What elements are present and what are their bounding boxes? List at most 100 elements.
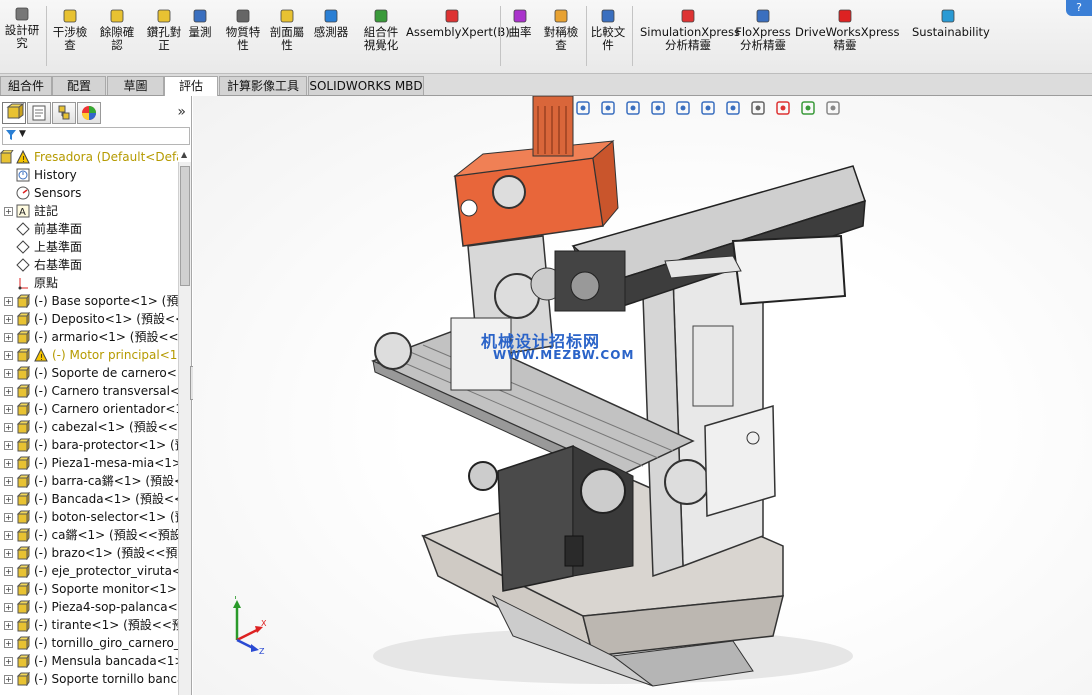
tree-item[interactable]: +! (-) Motor principal<1> (預設<<預設>_顯示狀態 1… bbox=[0, 346, 178, 364]
expand-panel-button[interactable]: » bbox=[177, 104, 186, 120]
display-manager-tab[interactable] bbox=[77, 102, 101, 124]
tree-item[interactable]: + (-) armario<1> (預設<<預設>_顯示狀態 1>) bbox=[0, 328, 178, 346]
floxpress-button[interactable]: FloXpress 分析精靈 bbox=[735, 8, 791, 52]
configuration-manager-tab[interactable] bbox=[52, 102, 76, 124]
scrollbar-thumb[interactable] bbox=[180, 166, 190, 286]
tab-5[interactable]: SOLIDWORKS MBD bbox=[308, 76, 424, 95]
curvature-button[interactable]: 曲率 bbox=[505, 8, 535, 39]
tree-item-label: (-) eje_protector_viruta<1> (預設<<預設>_顯示狀… bbox=[34, 564, 178, 578]
expand-toggle[interactable]: + bbox=[4, 405, 13, 414]
asm-visualize-button[interactable]: 組合件 視覺化 bbox=[360, 8, 402, 52]
expand-toggle[interactable]: + bbox=[4, 459, 13, 468]
expand-toggle[interactable]: + bbox=[4, 351, 13, 360]
expand-toggle[interactable]: + bbox=[4, 495, 13, 504]
tree-item-label: (-) Bancada<1> (預設<<預設>_顯示狀態 1>) bbox=[34, 492, 178, 506]
expand-toggle[interactable]: + bbox=[4, 585, 13, 594]
tree-item[interactable]: + (-) barra-ca鏘<1> (預設<<預設>_顯示狀態 1>) bbox=[0, 472, 178, 490]
part-icon bbox=[16, 492, 30, 506]
tab-4[interactable]: 計算影像工具 bbox=[219, 76, 307, 95]
sensor-label: 感測器 bbox=[313, 25, 349, 39]
tree-item[interactable]: + (-) Bancada<1> (預設<<預設>_顯示狀態 1>) bbox=[0, 490, 178, 508]
expand-toggle[interactable]: + bbox=[4, 513, 13, 522]
sustainability-button[interactable]: Sustainability bbox=[912, 8, 990, 39]
expand-toggle[interactable]: + bbox=[4, 315, 13, 324]
tree-item[interactable]: + (-) eje_protector_viruta<1> (預設<<預設>_顯示… bbox=[0, 562, 178, 580]
simxpress-button[interactable]: SimulationXpress 分析精靈 bbox=[640, 8, 740, 52]
tab-2[interactable]: 草圖 bbox=[107, 76, 164, 95]
tree-item[interactable]: + (-) bara-protector<1> (預設<<預設>_顯示狀態 1>) bbox=[0, 436, 178, 454]
interference-button[interactable]: 干涉檢 查 bbox=[52, 8, 88, 52]
property-manager-tab[interactable] bbox=[27, 102, 51, 124]
expand-toggle[interactable]: + bbox=[4, 207, 13, 216]
help-button[interactable]: ? bbox=[1066, 0, 1092, 16]
assemblyxpert-button[interactable]: AssemblyXpert(B) bbox=[406, 8, 510, 39]
expand-toggle[interactable]: + bbox=[4, 387, 13, 396]
tree-item[interactable]: 原點 bbox=[0, 274, 178, 292]
expand-toggle[interactable]: + bbox=[4, 531, 13, 540]
tree-item[interactable]: + (-) boton-selector<1> (預設<<預設>_顯示狀態 1>) bbox=[0, 508, 178, 526]
tree-item[interactable]: + (-) Carnero orientador<1> (預設<<預設>_顯示狀態… bbox=[0, 400, 178, 418]
hole-align-label: 鑽孔對 正 bbox=[146, 25, 182, 52]
expand-toggle[interactable]: + bbox=[4, 297, 13, 306]
tab-3[interactable]: 評估 bbox=[164, 76, 218, 97]
part-icon bbox=[16, 618, 30, 632]
tree-filter[interactable]: ▼ bbox=[2, 127, 190, 145]
tree-item[interactable]: + (-) ca鏘<1> (預設<<預設>_顯示狀態 1>) bbox=[0, 526, 178, 544]
expand-toggle[interactable]: + bbox=[4, 657, 13, 666]
expand-toggle[interactable]: + bbox=[4, 549, 13, 558]
measure-icon bbox=[193, 9, 207, 23]
driveworks-button[interactable]: DriveWorksXpress 精靈 bbox=[795, 8, 899, 52]
measure-button[interactable]: 量測 bbox=[185, 8, 215, 39]
tree-item[interactable]: + (-) Soporte tornillo bancada<1> bbox=[0, 670, 178, 688]
expand-toggle[interactable]: + bbox=[4, 369, 13, 378]
tree-item[interactable]: + (-) Pieza4-sop-palanca<1> (預設<<預設>_顯示狀態… bbox=[0, 598, 178, 616]
part-icon bbox=[16, 582, 30, 596]
expand-toggle[interactable]: + bbox=[4, 441, 13, 450]
tree-item[interactable]: + (-) Soporte monitor<1> (預設<<預設>_顯示狀態 1>… bbox=[0, 580, 178, 598]
tree-item[interactable]: Sensors bbox=[0, 184, 178, 202]
tree-item[interactable]: + (-) cabezal<1> (預設<<預設>_顯示狀態 1>) bbox=[0, 418, 178, 436]
tree-item[interactable]: + (-) tirante<1> (預設<<預設>_顯示狀態 1>) bbox=[0, 616, 178, 634]
expand-toggle[interactable]: + bbox=[4, 675, 13, 684]
tree-item[interactable]: + (-) Base soporte<1> (預設<<預設>_顯示狀態 1>) bbox=[0, 292, 178, 310]
command-manager-tabs: 組合件 配置 草圖 評估 計算影像工具 SOLIDWORKS MBD bbox=[0, 74, 1092, 97]
expand-toggle[interactable]: + bbox=[4, 621, 13, 630]
feature-tree-tab[interactable] bbox=[2, 102, 26, 124]
sensor-button[interactable]: 感測器 bbox=[310, 8, 352, 39]
hole-align-button[interactable]: 鑽孔對 正 bbox=[143, 8, 185, 52]
expand-toggle[interactable]: + bbox=[4, 477, 13, 486]
clearance-button[interactable]: 餘隙確 認 bbox=[97, 8, 137, 52]
tree-item-label: (-) cabezal<1> (預設<<預設>_顯示狀態 1>) bbox=[34, 420, 178, 434]
expand-toggle[interactable]: + bbox=[4, 423, 13, 432]
section-props-button[interactable]: 剖面屬 性 bbox=[267, 8, 307, 52]
tree-item[interactable]: + (-) Carnero transversal<1> (預設<<預設>_顯示狀… bbox=[0, 382, 178, 400]
part-icon bbox=[16, 510, 30, 524]
tree-item[interactable]: ! Fresadora (Default<Default_顯示狀態-1>) bbox=[0, 148, 178, 166]
tree-item[interactable]: + (-) Pieza1-mesa-mia<1> (預設<<預設>_顯示狀態 1>… bbox=[0, 454, 178, 472]
expand-toggle[interactable]: + bbox=[4, 567, 13, 576]
tree-item[interactable]: + (-) Deposito<1> (預設<<預設>_顯示狀態 1>) bbox=[0, 310, 178, 328]
tab-1[interactable]: 配置 bbox=[52, 76, 106, 95]
tree-item[interactable]: 前基準面 bbox=[0, 220, 178, 238]
tree-item[interactable]: 右基準面 bbox=[0, 256, 178, 274]
design-study-button[interactable]: 設計研 究 bbox=[0, 6, 44, 50]
expand-toggle[interactable]: + bbox=[4, 333, 13, 342]
expand-toggle[interactable]: + bbox=[4, 639, 13, 648]
tree-item[interactable]: + (-) tornillo_giro_carnero_mia<1> (預設<<預… bbox=[0, 634, 178, 652]
tree-item[interactable]: + (-) brazo<1> (預設<<預設>_顯示狀態 1>) bbox=[0, 544, 178, 562]
tree-item[interactable]: 上基準面 bbox=[0, 238, 178, 256]
tree-item[interactable]: + (-) Mensula bancada<1> (預設<<預設>_顯示狀態 1>… bbox=[0, 652, 178, 670]
tree-scrollbar[interactable]: ▲ bbox=[178, 150, 191, 695]
scroll-up-icon[interactable]: ▲ bbox=[181, 150, 187, 159]
symmetry-label: 對稱檢 查 bbox=[543, 25, 579, 52]
tree-item[interactable]: + A 註記 bbox=[0, 202, 178, 220]
expand-toggle[interactable]: + bbox=[4, 603, 13, 612]
panel-tabs: » bbox=[0, 100, 192, 124]
mass-props-button[interactable]: 物質特 性 bbox=[222, 8, 264, 52]
symmetry-button[interactable]: 對稱檢 查 bbox=[540, 8, 582, 52]
tree-item[interactable]: History bbox=[0, 166, 178, 184]
graphics-area[interactable]: 机械设计招标网 WWW.MEZBW.COM Y X Z bbox=[193, 96, 1092, 695]
compare-button[interactable]: 比較文 件 bbox=[588, 8, 628, 52]
tab-0[interactable]: 組合件 bbox=[0, 76, 52, 95]
tree-item[interactable]: + (-) Soporte de carnero<1> (預設<<預設>_顯示狀態… bbox=[0, 364, 178, 382]
